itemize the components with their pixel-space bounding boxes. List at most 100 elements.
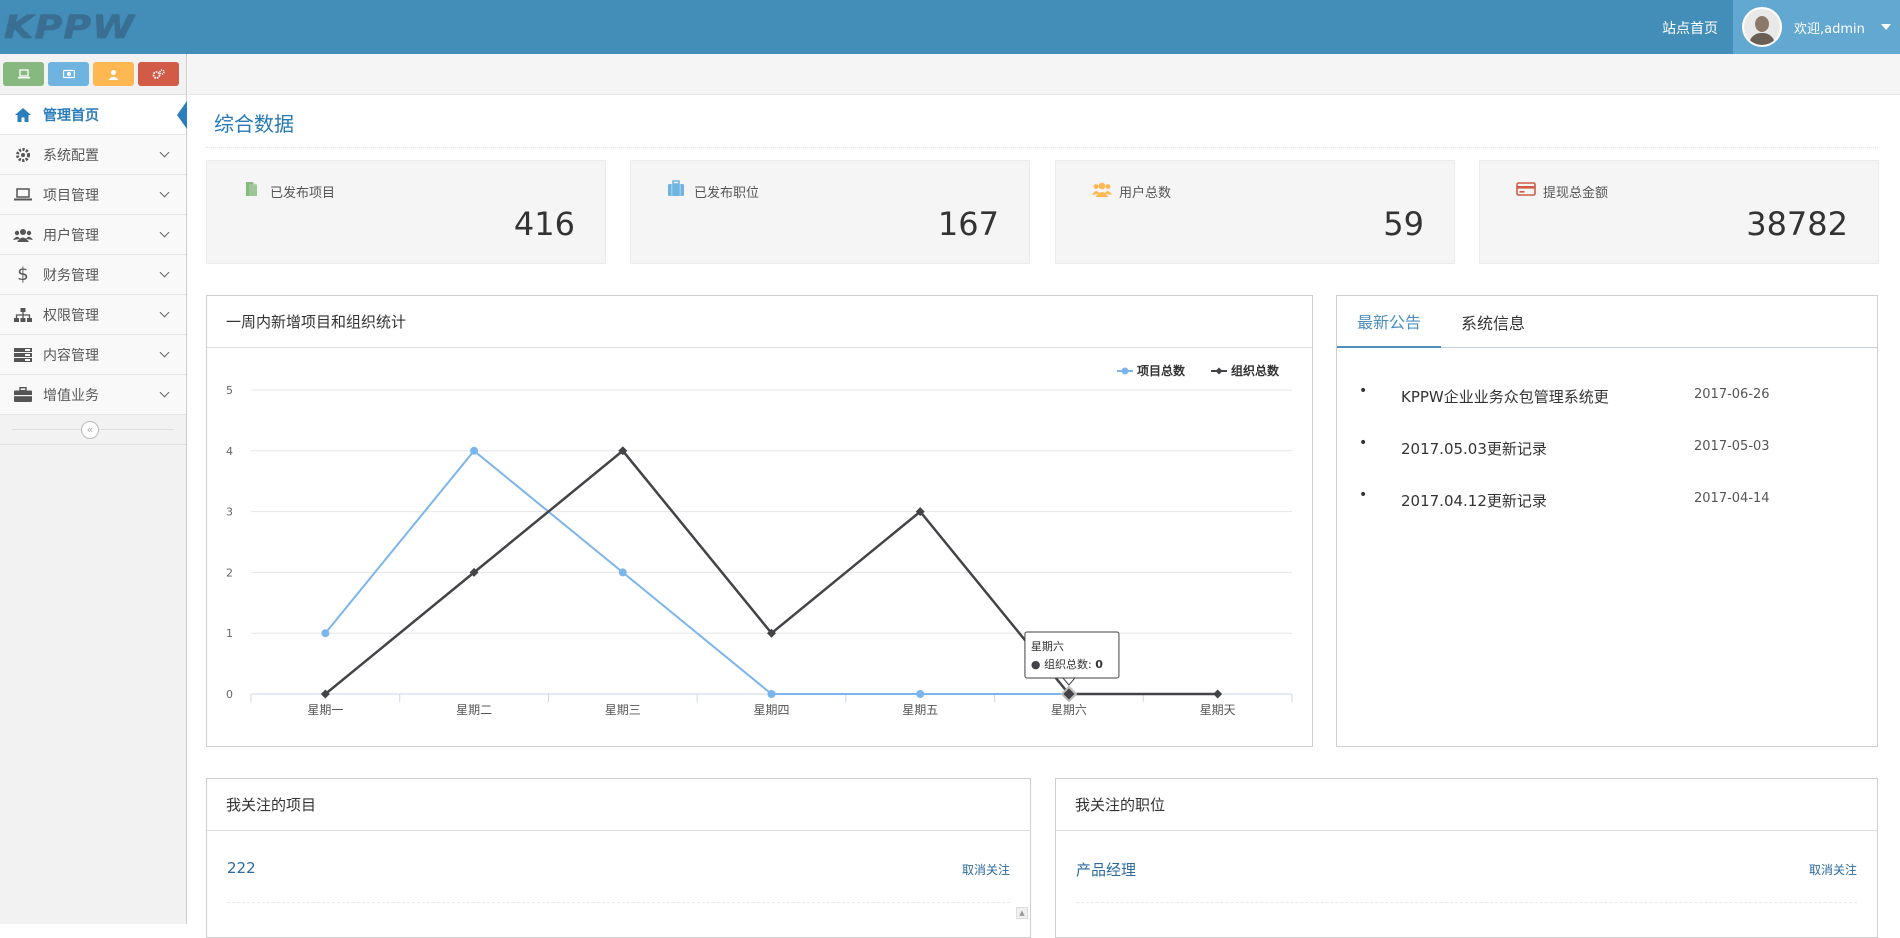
data-point bbox=[321, 629, 330, 638]
chevron-down-icon bbox=[159, 347, 170, 358]
x-tick-label: 星期天 bbox=[1200, 703, 1236, 717]
data-point bbox=[916, 690, 925, 698]
notice-title-link[interactable]: KPPW企业业务众包管理系统更 bbox=[1401, 386, 1609, 407]
sidebar-item-label: 用户管理 bbox=[43, 227, 99, 244]
sidebar-item-label: 系统配置 bbox=[43, 147, 99, 164]
camera-icon bbox=[62, 69, 75, 79]
logo-text: KPPW bbox=[4, 8, 136, 46]
stat-card-projects: 已发布项目 416 bbox=[206, 160, 606, 264]
y-tick-label: 0 bbox=[226, 688, 233, 701]
users-icon bbox=[1092, 182, 1112, 197]
line-chart: 012345星期一 星期二 星期三 星期四 星期五 星期六 星期天星期六● 组织总数: 0 bbox=[226, 384, 1293, 717]
data-point bbox=[767, 690, 776, 698]
divider bbox=[206, 147, 1878, 148]
y-tick-label: 3 bbox=[226, 506, 233, 519]
sidebar-collapse-bar: « bbox=[0, 415, 186, 445]
stat-label: 已发布项目 bbox=[270, 186, 336, 201]
user-icon bbox=[108, 69, 119, 80]
stat-value: 167 bbox=[937, 205, 999, 243]
tooltip-box bbox=[1024, 631, 1120, 679]
sidebar-item-label: 内容管理 bbox=[43, 347, 99, 364]
tooltip-body: ● 组织总数: 0 bbox=[1031, 657, 1103, 671]
x-tick-label: 星期三 bbox=[605, 703, 641, 717]
notice-date: 2017-06-26 bbox=[1694, 387, 1770, 402]
sitemap-icon bbox=[13, 305, 33, 325]
data-point bbox=[618, 568, 627, 577]
shortcut-cogs-button[interactable] bbox=[138, 62, 179, 86]
home-icon bbox=[13, 105, 33, 125]
notice-title-link[interactable]: 2017.05.03更新记录 bbox=[1401, 438, 1547, 459]
data-point bbox=[1213, 689, 1223, 699]
watched-job-link[interactable]: 产品经理 bbox=[1076, 859, 1136, 880]
stat-label: 用户总数 bbox=[1119, 186, 1172, 201]
sidebar-item-value-added[interactable]: 增值业务 bbox=[0, 375, 186, 415]
chevron-down-icon bbox=[159, 387, 170, 398]
site-home-link[interactable]: 站点首页 bbox=[1662, 18, 1718, 38]
sidebar-item-label: 管理首页 bbox=[43, 107, 99, 124]
x-tick-label: 星期二 bbox=[456, 703, 492, 717]
unfollow-button[interactable]: 取消关注 bbox=[1809, 861, 1857, 878]
avatar bbox=[1742, 7, 1782, 47]
laptop-icon bbox=[17, 69, 30, 79]
panel-title: 我关注的项目 bbox=[207, 779, 1030, 831]
user-menu[interactable]: 欢迎,admin bbox=[1733, 0, 1900, 54]
chevron-down-icon bbox=[159, 267, 170, 278]
double-angle-left-icon[interactable]: « bbox=[81, 421, 99, 439]
list-item: • 2017.05.03更新记录 2017-05-03 bbox=[1337, 427, 1877, 479]
caret-down-icon bbox=[1880, 24, 1891, 30]
scrollbar-up-arrow[interactable]: ▲ bbox=[1016, 907, 1028, 919]
watched-project-link[interactable]: 222 bbox=[227, 859, 256, 877]
bullet-icon: • bbox=[1359, 487, 1368, 503]
credit-card-icon bbox=[1516, 182, 1536, 196]
watched-projects-panel: 我关注的项目 222 取消关注 ▲ bbox=[206, 778, 1031, 938]
list-item: 222 取消关注 bbox=[227, 859, 1010, 885]
sidebar-item-content[interactable]: 内容管理 bbox=[0, 335, 186, 375]
list-item: 产品经理 取消关注 bbox=[1076, 859, 1857, 885]
y-tick-label: 1 bbox=[226, 627, 233, 640]
sidebar-item-permissions[interactable]: 权限管理 bbox=[0, 295, 186, 335]
sidebar-item-dashboard[interactable]: 管理首页 bbox=[0, 95, 187, 135]
x-tick-label: 星期一 bbox=[307, 703, 343, 717]
sidebar-item-projects[interactable]: 项目管理 bbox=[0, 175, 186, 215]
notice-list: • KPPW企业业务众包管理系统更 2017-06-26 • 2017.05.0… bbox=[1337, 375, 1877, 531]
list-item: • 2017.04.12更新记录 2017-04-14 bbox=[1337, 479, 1877, 531]
shortcut-bar bbox=[0, 54, 186, 95]
laptop-icon bbox=[13, 185, 33, 205]
brand-logo[interactable]: KPPW bbox=[4, 6, 135, 48]
shortcut-user-button[interactable] bbox=[93, 62, 134, 86]
y-tick-label: 5 bbox=[226, 384, 233, 397]
sidebar-item-users[interactable]: 用户管理 bbox=[0, 215, 186, 255]
bullet-icon: • bbox=[1359, 383, 1368, 399]
stat-value: 38782 bbox=[1746, 205, 1848, 243]
users-icon bbox=[13, 225, 33, 245]
sidebar-item-label: 财务管理 bbox=[43, 267, 99, 284]
breadcrumb bbox=[188, 54, 1900, 95]
chevron-down-icon bbox=[159, 187, 170, 198]
chevron-down-icon bbox=[159, 147, 170, 158]
tab-latest-notices[interactable]: 最新公告 bbox=[1337, 296, 1442, 348]
y-tick-label: 2 bbox=[226, 566, 233, 579]
unfollow-button[interactable]: 取消关注 bbox=[962, 861, 1010, 878]
watched-jobs-panel: 我关注的职位 产品经理 取消关注 bbox=[1055, 778, 1878, 938]
list-icon bbox=[13, 345, 33, 365]
chart-panel: 一周内新增项目和组织统计 项目总数 组织总数 0 1 2 3 4 5 星期一 星期二 星期三 星期… bbox=[206, 295, 1313, 747]
tab-system-info[interactable]: 系统信息 bbox=[1441, 296, 1545, 348]
y-tick-label: 4 bbox=[226, 445, 233, 458]
stat-card-jobs: 已发布职位 167 bbox=[630, 160, 1030, 264]
bullet-icon: • bbox=[1359, 435, 1368, 451]
shortcut-laptop-button[interactable] bbox=[3, 62, 44, 86]
page-title: 综合数据 bbox=[214, 112, 294, 136]
shortcut-camera-button[interactable] bbox=[48, 62, 89, 86]
chevron-down-icon bbox=[159, 307, 170, 318]
stat-card-withdrawals: 提现总金额 38782 bbox=[1479, 160, 1879, 264]
x-tick-label: 星期四 bbox=[753, 703, 789, 717]
x-tick-label: 星期五 bbox=[902, 703, 938, 717]
gear-icon bbox=[13, 145, 33, 165]
chevron-down-icon bbox=[159, 227, 170, 238]
top-navbar: KPPW 站点首页 欢迎,admin bbox=[0, 0, 1900, 54]
sidebar-item-system-config[interactable]: 系统配置 bbox=[0, 135, 186, 175]
sidebar-item-finance[interactable]: $ 财务管理 bbox=[0, 255, 186, 295]
tooltip-title: 星期六 bbox=[1031, 640, 1064, 653]
notice-title-link[interactable]: 2017.04.12更新记录 bbox=[1401, 490, 1547, 511]
sidebar: 管理首页 系统配置 项目管理 用户管理 $ 财务管理 权限管理 内容管理 增值业… bbox=[0, 54, 187, 924]
